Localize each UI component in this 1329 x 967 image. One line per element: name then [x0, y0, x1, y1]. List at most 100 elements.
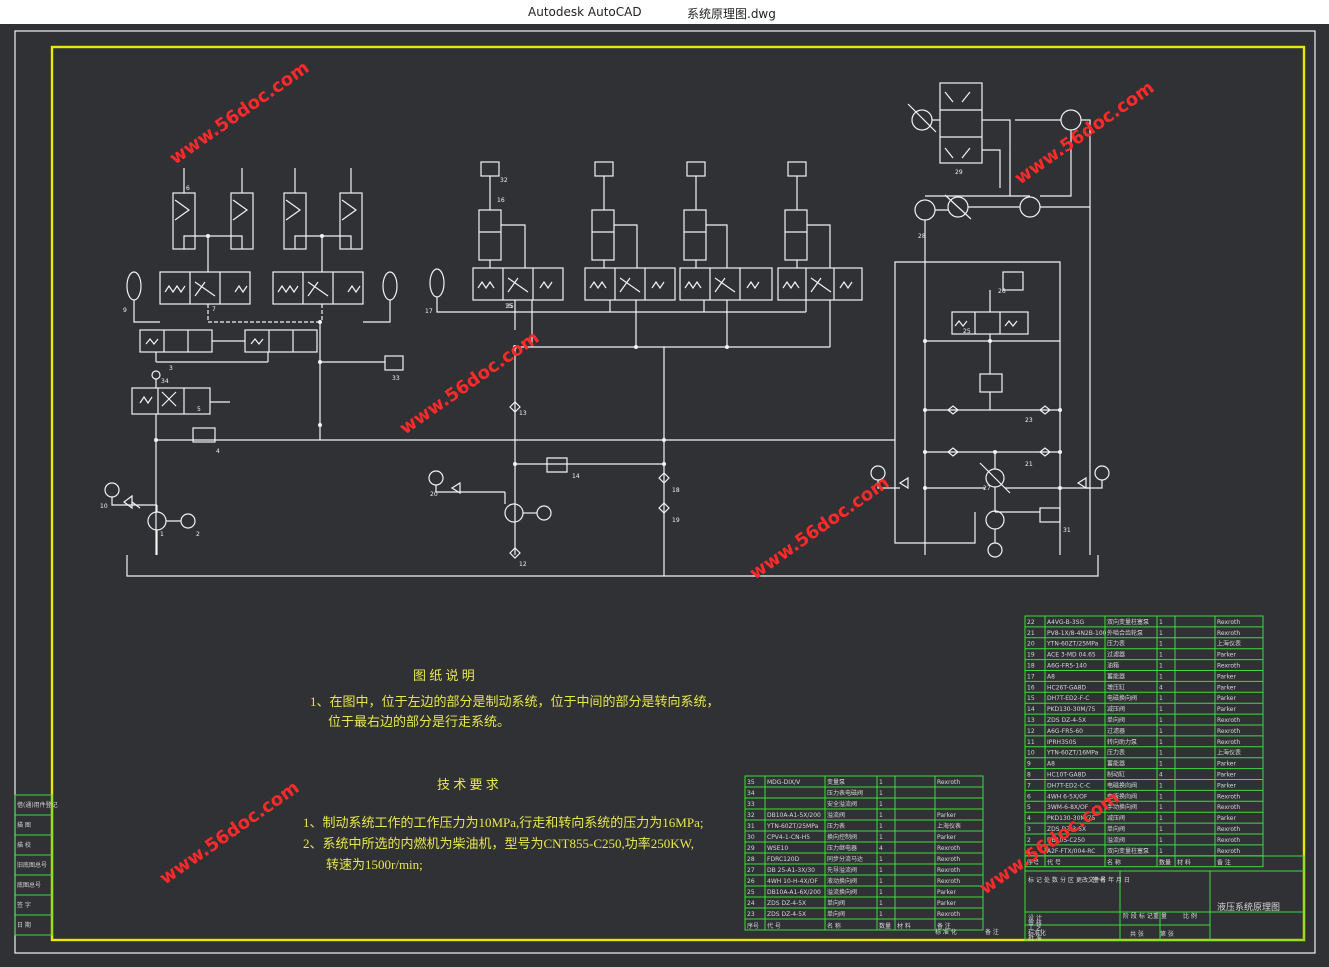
bom-cell: 28 — [747, 856, 755, 863]
bom-cell: Rexroth — [937, 911, 960, 918]
bom-cell: 液动换向阀 — [827, 877, 857, 885]
watermarks: www.56doc.com www.56doc.com www.56doc.com w… — [156, 57, 1158, 899]
bom-cell: 1 — [1159, 750, 1163, 757]
bom-cell: Parker — [1217, 772, 1236, 779]
bom-cell: 1 — [1159, 641, 1163, 648]
callout-number: 14 — [572, 473, 580, 480]
bom-cell: 34 — [747, 790, 755, 797]
callout-number: 33 — [392, 375, 400, 382]
bom-cell: 1 — [1159, 630, 1163, 637]
bom-cell: 1 — [1159, 782, 1163, 789]
title-block-sheet: 共 张 — [1130, 930, 1144, 938]
title-block-stage: 重 量 — [1153, 912, 1167, 920]
bom-cell: 压力表电磁阀 — [827, 789, 863, 797]
bom-cell: 溢流阀 — [827, 811, 845, 819]
bom-cell: IPRH350S — [1047, 739, 1077, 746]
callout-number: 26 — [998, 288, 1006, 295]
bom-cell: 上海仪表 — [1217, 640, 1241, 648]
bom-cell: 1 — [1159, 663, 1163, 670]
bom-cell: 20 — [1027, 641, 1035, 648]
bom-header-cell: 序号 — [747, 922, 759, 930]
bom-cell: 33 — [747, 801, 755, 808]
bom-cell: DH7T-ED2-C-C — [1047, 782, 1090, 789]
bom-cell: 7 — [1027, 782, 1031, 789]
bom-cell: Rexroth — [1217, 793, 1240, 800]
bom-cell: 上海仪表 — [937, 822, 961, 830]
bom-cell: DB10A-A1-5X/200 — [767, 812, 821, 819]
bom-cell: 压力表 — [1107, 749, 1125, 757]
bom-header-cell: 数量 — [1159, 859, 1171, 867]
callout-number: 20 — [430, 491, 438, 498]
bom-cell: MDG-DIX/V — [767, 779, 801, 786]
bom-cell: Rexroth — [1217, 717, 1240, 724]
bom-cell: 1 — [879, 790, 883, 797]
bom-cell: 1 — [1159, 793, 1163, 800]
callout-number: 18 — [672, 487, 680, 494]
bom-header-cell: 备 注 — [1217, 859, 1231, 867]
bom-cell: 1 — [1159, 761, 1163, 768]
bom-cell: 制动缸 — [1107, 771, 1125, 779]
drawing-notes: 图 纸 说 明 1、在图中，位于左边的部分是制动系统，位于中间的部分是转向系统，… — [303, 668, 720, 872]
stamp-label: 描 校 — [17, 841, 31, 849]
watermark-text: www.56doc.com — [156, 777, 303, 889]
bom-cell: ZDS DZ-4-5X — [767, 911, 806, 918]
bom-cell: Parker — [1217, 652, 1236, 659]
callout-number: 17 — [425, 308, 433, 315]
bom-cell: 增压缸 — [1107, 683, 1125, 691]
callout-number: 6 — [186, 185, 190, 192]
bom-cell: 29 — [747, 845, 755, 852]
bom-cell: 减压阀 — [1107, 814, 1125, 822]
stamp-label: 描 图 — [17, 821, 31, 829]
bom-cell: 减压阀 — [1107, 705, 1125, 713]
bom-cell: 1 — [879, 867, 883, 874]
bom-cell: ZDS DZ-4-5X — [767, 900, 806, 907]
bom-cell: 27 — [747, 867, 755, 874]
cad-drawing: 6 7 9 10 12 13 14 15 16 17 18 19 20 21 2… — [14, 30, 1316, 954]
callout-number: 4 — [216, 448, 220, 455]
bom-cell: 4WH 6-5X/OF — [1047, 793, 1088, 800]
bom-cell: 4 — [1027, 815, 1031, 822]
callout-number: 28 — [918, 233, 926, 240]
bom-cell: Parker — [1217, 782, 1236, 789]
bom-cell: DH7T-ED2-F-C — [1047, 695, 1089, 702]
bom-cell: 1 — [879, 779, 883, 786]
bom-cell: 压力表 — [1107, 640, 1125, 648]
bom-cell: Rexroth — [1217, 619, 1240, 626]
bom-cell: 转向助力泵 — [1107, 738, 1137, 746]
bom-cell: 26 — [747, 878, 755, 885]
bom-cell: Rexroth — [1217, 739, 1240, 746]
bom-cell: 18 — [1027, 663, 1035, 670]
bom-cell: Parker — [1217, 695, 1236, 702]
title-block-label: 分 区 — [1060, 876, 1074, 884]
bom-cell: 13 — [1027, 717, 1035, 724]
bom-header-cell: 名 称 — [1107, 859, 1121, 867]
bom-cell: 17 — [1027, 673, 1035, 680]
bom-cell: 1 — [1159, 619, 1163, 626]
bom-cell: Parker — [1217, 684, 1236, 691]
bom-cell: Parker — [937, 900, 956, 907]
bom-cell: 1 — [879, 878, 883, 885]
bom-cell: 31 — [747, 823, 755, 830]
drawing-canvas[interactable]: 6 7 9 10 12 13 14 15 16 17 18 19 20 21 2… — [0, 24, 1329, 967]
tech-line: 转速为1500r/min; — [326, 857, 423, 872]
bom-cell: 6 — [1027, 793, 1031, 800]
bom-cell: 22 — [1027, 619, 1035, 626]
bom-cell: A4VG-B-3SG — [1047, 619, 1085, 626]
watermark-text: www.56doc.com — [746, 472, 893, 584]
bom-cell: 电磁换向阀 — [1107, 694, 1137, 702]
bom-cell: 单向阀 — [1107, 825, 1125, 833]
bom-cell: DB10A-A1-6X/200 — [767, 889, 821, 896]
bom-cell: 压力表 — [827, 822, 845, 830]
bom-cell: 过滤器 — [1107, 651, 1125, 659]
callout-number: 13 — [519, 410, 527, 417]
bom-cell: Rexroth — [937, 878, 960, 885]
bom-cell: Parker — [937, 834, 956, 841]
title-block-sublabel: 批 准 — [1028, 934, 1042, 942]
bom-cell: HC10T-GA8D — [1047, 772, 1086, 779]
bom-cell: YTN-60ZT/25MPa — [1046, 641, 1099, 648]
callout-number: 10 — [100, 503, 108, 510]
tech-line: 2、系统中所选的内燃机为柴油机，型号为CNT855-C250,功率250KW, — [303, 836, 694, 851]
bom-header-cell: 材 料 — [1177, 859, 1191, 867]
bom-cell: YTN-60ZT/16MPa — [1046, 750, 1099, 757]
bom-header-cell: 材 料 — [897, 922, 911, 930]
